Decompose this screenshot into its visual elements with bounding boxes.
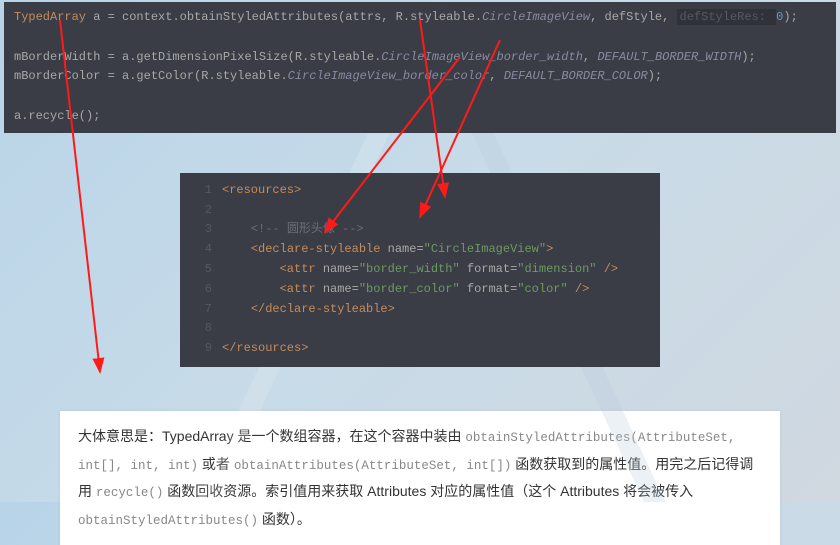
java-code-block: TypedArray a = context.obtainStyledAttri… xyxy=(4,2,836,133)
typedarray-keyword: TypedArray xyxy=(14,10,86,24)
xml-code-block: 1<resources> 2 3 <!-- 圆形头像 --> 4 <declar… xyxy=(180,173,660,367)
